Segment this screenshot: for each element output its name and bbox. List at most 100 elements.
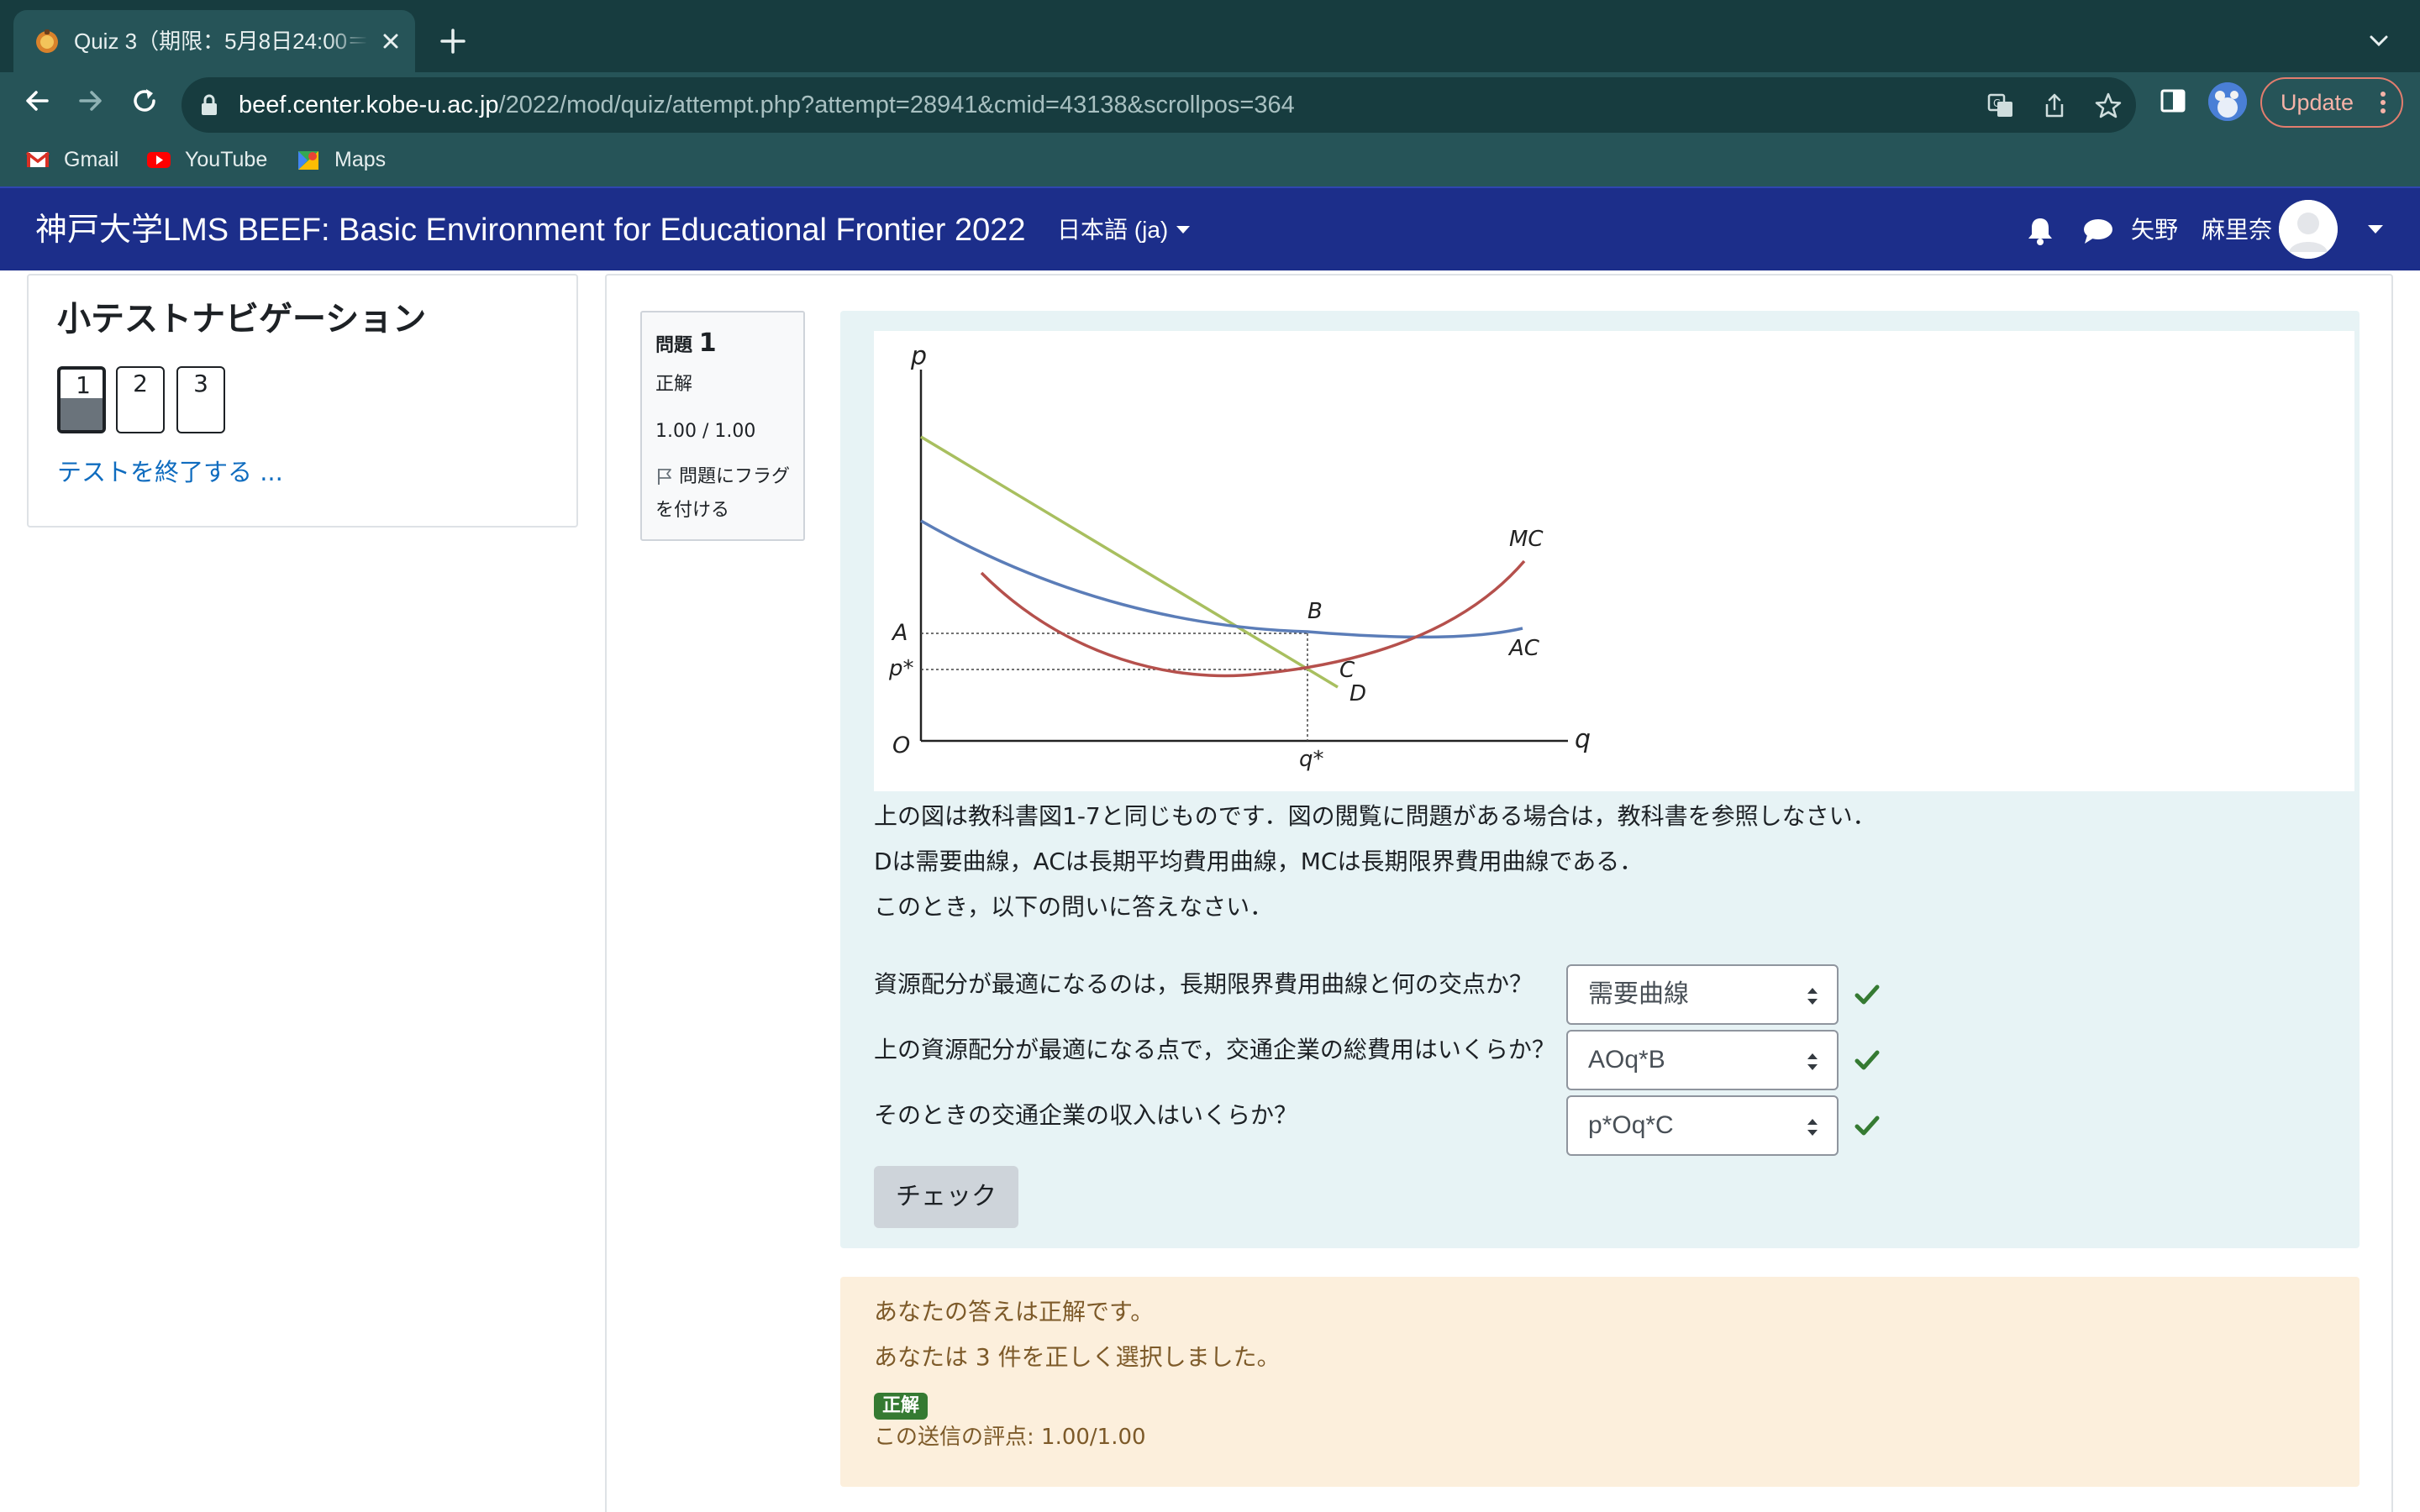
quiz-navigation-title: 小テストナビゲーション xyxy=(57,300,427,339)
browser-tab-strip: Quiz 3（期限：5月8日24:00＝5/9 0:00） xyxy=(0,0,2420,72)
update-label: Update xyxy=(2281,90,2354,115)
cost-curve-diagram: p q O A p* q* B C D MC AC xyxy=(888,342,1591,772)
select-updown-icon xyxy=(1807,1119,1818,1136)
subquestion-1-select[interactable]: 需要曲線 xyxy=(1566,964,1839,1025)
bookmark-label: YouTube xyxy=(185,148,268,171)
lock-icon[interactable] xyxy=(200,94,218,116)
bookmark-maps[interactable]: Maps xyxy=(296,144,397,175)
language-menu[interactable]: 日本語 ‎(ja)‎ xyxy=(1057,213,1191,247)
bookmark-label: Maps xyxy=(334,148,387,171)
tab-search-chevron-icon[interactable] xyxy=(2366,29,2391,54)
bookmarks-bar: Gmail YouTube Maps xyxy=(0,141,672,178)
notification-bell-icon[interactable] xyxy=(2025,215,2055,247)
reload-icon[interactable] xyxy=(128,84,161,118)
browser-toolbar: beef.center.kobe-u.ac.jp/2022/mod/quiz/a… xyxy=(0,72,2420,202)
subquestion-3-label: そのときの交通企業の収入はいくらか？ xyxy=(874,1101,1298,1129)
question-number-label: 問題 1 xyxy=(655,329,717,360)
correct-check-icon xyxy=(1854,1050,1880,1070)
flag-icon xyxy=(658,469,671,485)
question-feedback: あなたの答えは正解です。 あなたは 3 件を正しく選択しました。 正解 この送信… xyxy=(840,1277,2360,1487)
average-cost-curve xyxy=(920,519,1523,639)
select-updown-icon xyxy=(1807,1053,1818,1070)
marginal-cost-curve xyxy=(980,559,1526,678)
bookmark-label: Gmail xyxy=(64,148,119,171)
point-A-label: A xyxy=(891,620,908,646)
profile-avatar[interactable] xyxy=(2208,82,2247,121)
browser-tab[interactable]: Quiz 3（期限：5月8日24:00＝5/9 0:00） xyxy=(13,10,415,72)
more-menu-icon xyxy=(2381,92,2386,113)
bookmark-youtube[interactable]: YouTube xyxy=(146,144,272,175)
tab-title: Quiz 3（期限：5月8日24:00＝5/9 0:00） xyxy=(74,29,368,54)
question-number: 1 xyxy=(76,371,91,399)
p-star-label: p* xyxy=(888,656,914,681)
question-info-box: 問題 1 正解 1.00 / 1.00 問題にフラグを付ける xyxy=(640,311,805,541)
correct-badge: 正解 xyxy=(874,1393,929,1420)
user-first-name[interactable]: 矢野 xyxy=(2131,213,2178,247)
language-label: 日本語 ‎(ja)‎ xyxy=(1057,217,1169,243)
question-number: 3 xyxy=(193,370,208,397)
question-number: 2 xyxy=(133,370,148,397)
q-star-label: q* xyxy=(1299,747,1324,772)
bookmark-gmail[interactable]: Gmail xyxy=(25,144,126,175)
user-avatar[interactable] xyxy=(2279,200,2338,259)
share-icon[interactable] xyxy=(2040,92,2069,120)
subquestion-1-label: 資源配分が最適になるのは，長期限界費用曲線と何の交点か？ xyxy=(874,970,1534,998)
mc-curve-label: MC xyxy=(1509,527,1544,552)
back-arrow-icon[interactable] xyxy=(20,84,54,118)
feedback-count-text: あなたは 3 件を正しく選択しました。 xyxy=(874,1343,1281,1371)
youtube-icon xyxy=(147,152,171,168)
question-grade: 1.00 / 1.00 xyxy=(655,421,756,442)
question-text-line: 上の図は教科書図1-7と同じものです．図の閲覧に問題がある場合は，教科書を参照し… xyxy=(874,802,1876,830)
url-text[interactable]: beef.center.kobe-u.ac.jp/2022/mod/quiz/a… xyxy=(239,87,1295,123)
bookmark-star-icon[interactable] xyxy=(2094,92,2123,120)
quiz-navigation-block: 小テストナビゲーション 1 2 3 テストを終了する ... xyxy=(27,274,578,528)
url-path: /2022/mod/quiz/attempt.php?attempt=28941… xyxy=(498,92,1295,118)
quiz-nav-question-1[interactable]: 1 xyxy=(57,366,106,433)
ac-curve-label: AC xyxy=(1507,636,1540,661)
maps-icon xyxy=(298,151,318,170)
selected-answer: p*Oq*C xyxy=(1588,1111,1674,1139)
subquestion-2-select[interactable]: AOq*B xyxy=(1566,1030,1839,1090)
subquestion-3-select[interactable]: p*Oq*C xyxy=(1566,1095,1839,1156)
address-bar[interactable]: beef.center.kobe-u.ac.jp/2022/mod/quiz/a… xyxy=(182,77,2136,133)
question-text-line: Dは需要曲線，ACは長期平均費用曲線，MCは長期限界費用曲線である． xyxy=(874,848,1644,875)
user-last-name[interactable]: 麻里奈 xyxy=(2202,213,2272,247)
side-panel-icon[interactable] xyxy=(2158,86,2188,116)
question-label: 問題 xyxy=(655,335,693,356)
selected-answer: 需要曲線 xyxy=(1588,980,1689,1008)
question-number: 1 xyxy=(698,328,717,358)
new-tab-plus-icon[interactable] xyxy=(437,25,469,57)
messages-chat-icon[interactable] xyxy=(2082,217,2114,245)
url-host: beef.center.kobe-u.ac.jp xyxy=(239,92,499,118)
selected-answer: AOq*B xyxy=(1588,1046,1665,1074)
point-C-label: C xyxy=(1339,658,1355,683)
site-title-link[interactable]: 神戸大学LMS BEEF: Basic Environment for Educ… xyxy=(35,208,1025,252)
correct-check-icon xyxy=(1854,1116,1880,1136)
caret-down-icon xyxy=(1176,226,1191,234)
close-tab-icon[interactable] xyxy=(376,27,405,55)
demand-curve xyxy=(920,435,1339,689)
svg-text:G: G xyxy=(1993,97,2001,109)
p-axis-label: p xyxy=(910,342,927,371)
update-button[interactable]: Update xyxy=(2260,77,2403,128)
finish-attempt-link[interactable]: テストを終了する ... xyxy=(57,455,283,489)
quiz-nav-question-2[interactable]: 2 xyxy=(116,366,165,433)
feedback-correct-text: あなたの答えは正解です。 xyxy=(874,1298,1155,1326)
forward-arrow-icon[interactable] xyxy=(74,84,108,118)
origin-label: O xyxy=(892,732,910,759)
demand-D-label: D xyxy=(1349,681,1366,706)
answered-indicator xyxy=(60,398,103,430)
subquestion-2-label: 上の資源配分が最適になる点で，交通企業の総費用はいくらか？ xyxy=(874,1036,1555,1063)
site-favicon-icon xyxy=(36,29,58,53)
user-menu-caret-icon[interactable] xyxy=(2368,225,2383,234)
select-updown-icon xyxy=(1807,988,1818,1005)
q-axis-label: q xyxy=(1575,725,1591,754)
flag-question-link[interactable]: 問題にフラグを付ける xyxy=(655,460,798,528)
check-button[interactable]: チェック xyxy=(874,1166,1018,1228)
quiz-nav-question-3[interactable]: 3 xyxy=(176,366,225,433)
profile-avatar-icon xyxy=(2208,82,2247,121)
translate-icon[interactable]: G xyxy=(1986,92,2015,120)
question-formulation: p q O A p* q* B C D MC AC 上の図は教科書図1-7と同じ… xyxy=(840,311,2360,1248)
flag-label: 問題にフラグを付ける xyxy=(655,466,791,521)
correct-check-icon xyxy=(1854,984,1880,1005)
